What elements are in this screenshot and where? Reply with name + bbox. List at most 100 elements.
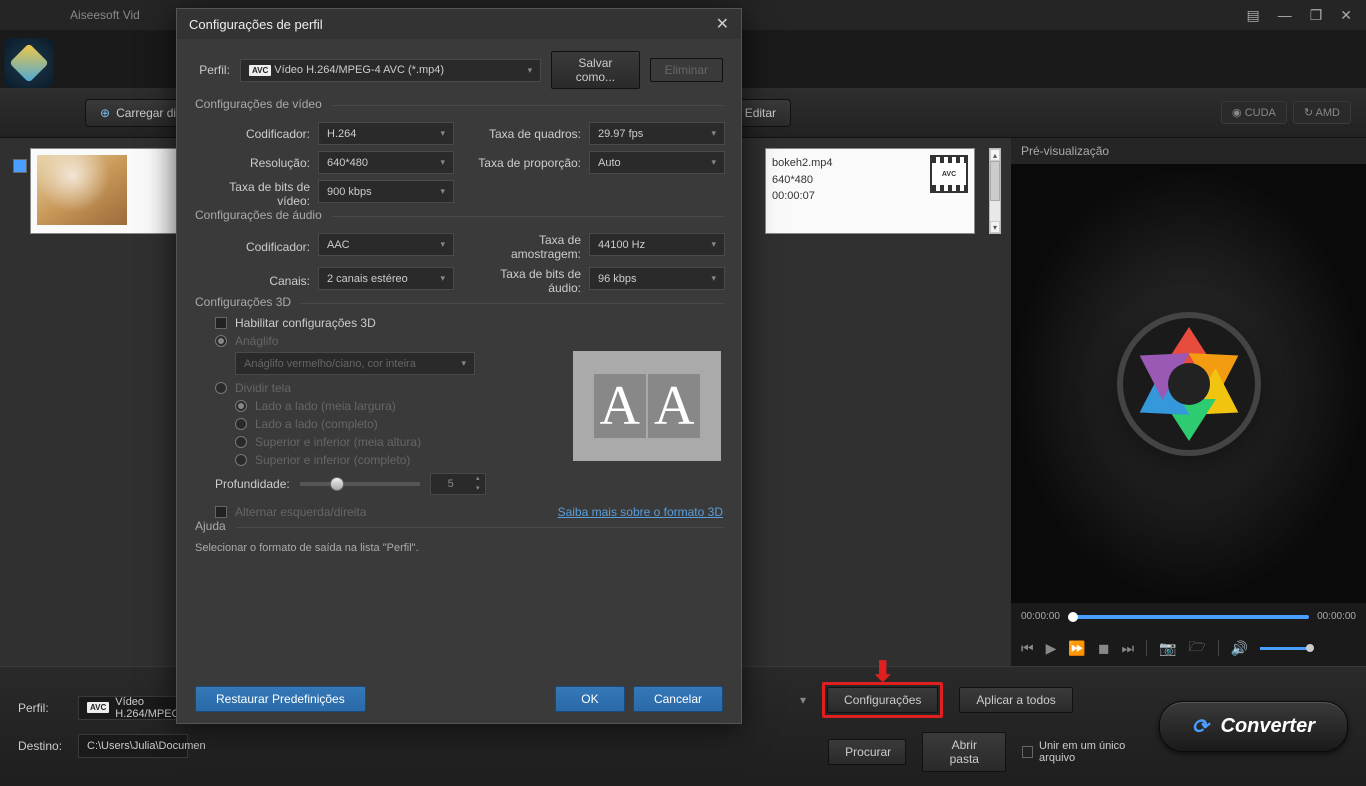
audio-encoder-combo[interactable]: AAC▾: [318, 233, 454, 256]
profile-dropdown[interactable]: AVC Vídeo H.264/MPEG: [78, 696, 188, 720]
audio-bitrate-label: Taxa de bits de áudio:: [466, 267, 581, 295]
preview-header: Pré-visualização: [1011, 138, 1366, 164]
depth-slider[interactable]: [300, 482, 420, 486]
swap-lr-checkbox: Alternar esquerda/direita: [215, 505, 366, 519]
timeline[interactable]: 00:00:00 00:00:00: [1011, 603, 1366, 630]
scrollbar[interactable]: ▴ ▾: [989, 148, 1001, 234]
depth-input[interactable]: [431, 478, 471, 490]
dest-value: C:\Users\Julia\Documen: [87, 740, 206, 752]
anaglyph-radio: Anáglifo: [215, 334, 723, 348]
checkbox-icon[interactable]: [1022, 746, 1033, 758]
save-as-button[interactable]: Salvar como...: [551, 51, 640, 89]
edit-label: Editar: [745, 106, 776, 120]
fast-forward-icon[interactable]: ⏩: [1068, 640, 1085, 657]
video-encoder-label: Codificador:: [195, 127, 310, 141]
aperture-logo-icon: [1114, 309, 1264, 459]
resolution-combo[interactable]: 640*480▾: [318, 151, 454, 174]
load-label: Carregar di: [116, 106, 176, 120]
audio-bitrate-combo[interactable]: 96 kbps▾: [589, 267, 725, 290]
settings-highlight: Configurações ⬇: [822, 682, 943, 718]
merge-label: Unir em um único arquivo: [1039, 740, 1147, 764]
frame-rate-combo[interactable]: 29.97 fps▾: [589, 122, 725, 145]
3d-preview-box: AA: [573, 351, 721, 461]
prev-icon[interactable]: ⏮: [1021, 640, 1034, 657]
step-up-icon[interactable]: ▴: [471, 474, 485, 484]
enable-3d-checkbox[interactable]: Habilitar configurações 3D: [215, 316, 723, 330]
sample-rate-combo[interactable]: 44100 Hz▾: [589, 233, 725, 256]
radio-icon: [215, 335, 227, 347]
channels-label: Canais:: [195, 274, 310, 288]
dest-field[interactable]: C:\Users\Julia\Documen: [78, 734, 188, 758]
maximize-icon[interactable]: ❐: [1306, 5, 1327, 26]
anaglyph-combo: Anáglifo vermelho/ciano, cor inteira▾: [235, 352, 475, 375]
time-total: 00:00:00: [1317, 611, 1356, 622]
window-controls: ▤ — ❐ ✕: [1242, 5, 1356, 26]
dialog-footer: Restaurar Predefinições OK Cancelar: [177, 675, 741, 723]
depth-row: Profundidade: ▴▾: [215, 473, 723, 495]
scroll-up-icon[interactable]: ▴: [990, 149, 1000, 161]
file-name: bokeh2.mp4: [772, 155, 833, 172]
amd-toggle[interactable]: ↻ AMD: [1293, 101, 1351, 124]
video-bitrate-label: Taxa de bits de vídeo:: [195, 180, 310, 208]
convert-button[interactable]: ⟳ Converter: [1159, 701, 1348, 752]
frame-rate-label: Taxa de quadros:: [466, 127, 581, 141]
open-folder-button[interactable]: Abrir pasta: [922, 732, 1006, 772]
play-icon[interactable]: ▶: [1046, 640, 1057, 657]
depth-stepper[interactable]: ▴▾: [430, 473, 486, 495]
output-settings: Perfil: AVC Vídeo H.264/MPEG Destino: C:…: [18, 696, 188, 758]
audio-encoder-label: Codificador:: [195, 240, 310, 254]
apply-all-button[interactable]: Aplicar a todos: [959, 687, 1072, 713]
cancel-button[interactable]: Cancelar: [633, 686, 723, 712]
video-bitrate-combo[interactable]: 900 kbps▾: [318, 180, 454, 203]
audio-fieldset: Configurações de áudio Codificador: AAC▾…: [195, 216, 723, 295]
file-item-output[interactable]: bokeh2.mp4 640*480 00:00:07 AVC: [765, 148, 975, 234]
dialog-close-icon[interactable]: ✕: [716, 14, 729, 34]
video-encoder-combo[interactable]: H.264▾: [318, 122, 454, 145]
preview-viewport: [1011, 164, 1366, 603]
close-icon[interactable]: ✕: [1336, 5, 1356, 26]
minimize-icon[interactable]: —: [1274, 5, 1296, 26]
next-icon[interactable]: ⏭: [1121, 640, 1134, 657]
video-legend: Configurações de vídeo: [195, 97, 332, 111]
channels-combo[interactable]: 2 canais estéreo▾: [318, 267, 454, 290]
player-controls: ⏮ ▶ ⏩ ◼ ⏭ 📷 🗁 🔊: [1011, 630, 1366, 666]
merge-checkbox[interactable]: Unir em um único arquivo: [1022, 740, 1146, 764]
snapshot-icon[interactable]: 📷: [1159, 640, 1176, 657]
video-fieldset: Configurações de vídeo Codificador: H.26…: [195, 105, 723, 208]
help-legend: Ajuda: [195, 519, 236, 533]
volume-slider[interactable]: [1260, 647, 1310, 650]
step-down-icon[interactable]: ▾: [471, 484, 485, 494]
add-icon: ⊕: [100, 106, 110, 120]
radio-icon: [215, 382, 227, 394]
time-current: 00:00:00: [1021, 611, 1060, 622]
scroll-down-icon[interactable]: ▾: [990, 221, 1000, 233]
volume-icon[interactable]: 🔊: [1231, 640, 1248, 657]
checkbox-icon[interactable]: [215, 317, 227, 329]
red-arrow-annotation: ⬇: [871, 655, 894, 688]
learn-more-link[interactable]: Saiba mais sobre o formato 3D: [558, 505, 723, 519]
reset-defaults-button[interactable]: Restaurar Predefinições: [195, 686, 366, 712]
dropdown-arrow-icon[interactable]: ▾: [800, 693, 806, 707]
ok-button[interactable]: OK: [555, 686, 625, 712]
settings-button[interactable]: Configurações: [827, 687, 938, 713]
aspect-combo[interactable]: Auto▾: [589, 151, 725, 174]
cuda-toggle[interactable]: ◉ CUDA: [1221, 101, 1287, 124]
file-info: bokeh2.mp4 640*480 00:00:07: [772, 155, 833, 227]
preview-panel: Pré-visualização 00:00:: [1011, 138, 1366, 666]
3d-legend: Configurações 3D: [195, 295, 301, 309]
format-icon: AVC: [930, 155, 968, 193]
app-logo: [4, 38, 54, 88]
help-fieldset: Ajuda Selecionar o formato de saída na l…: [195, 527, 723, 554]
file-duration: 00:00:07: [772, 188, 833, 205]
sample-rate-label: Taxa de amostragem:: [466, 233, 581, 261]
timeline-track[interactable]: [1068, 615, 1309, 619]
stop-icon[interactable]: ◼: [1098, 640, 1110, 657]
menu-icon[interactable]: ▤: [1242, 5, 1263, 26]
browse-button[interactable]: Procurar: [828, 739, 906, 765]
folder-icon[interactable]: 🗁: [1189, 636, 1206, 660]
profile-combo[interactable]: AVC Vídeo H.264/MPEG-4 AVC (*.mp4)▾: [240, 59, 541, 82]
delete-button: Eliminar: [650, 58, 723, 82]
thumbnail-image: [37, 155, 127, 225]
profile-label: Perfil:: [195, 63, 230, 77]
gpu-buttons: ◉ CUDA ↻ AMD: [1221, 101, 1351, 124]
